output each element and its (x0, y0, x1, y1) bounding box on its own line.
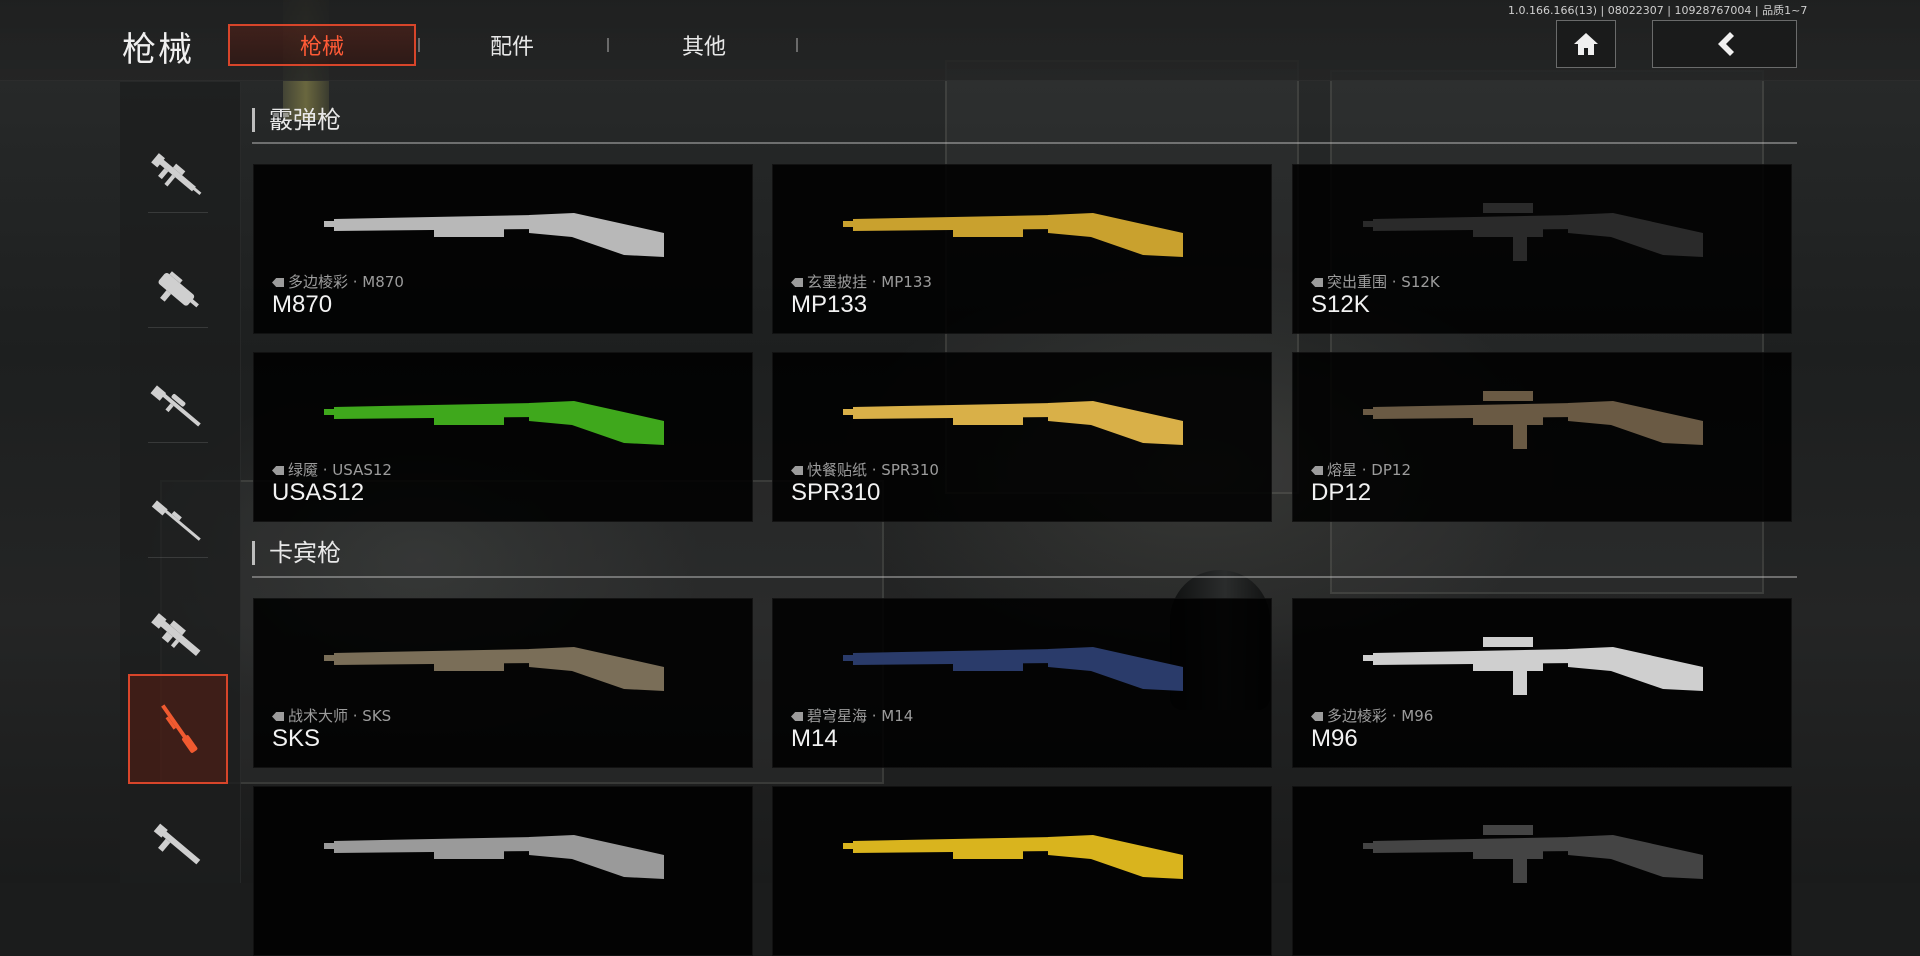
tag-icon (791, 278, 803, 287)
weapon-name: SKS (272, 725, 321, 752)
weapon-name: S12K (1311, 291, 1370, 318)
sidebar-divider (148, 557, 208, 558)
weapon-skin-label: 突出重围 · S12K (1311, 271, 1440, 292)
weapon-card[interactable] (253, 786, 753, 956)
weapon-card[interactable]: 快餐贴纸 · SPR310 SPR310 (772, 352, 1272, 522)
weapon-image (843, 213, 1183, 257)
weapon-name: M870 (272, 291, 333, 318)
weapon-skin-label: 玄墨披挂 · MP133 (791, 271, 932, 292)
tab-label: 其他 (681, 35, 726, 60)
weapon-skin-text: 快餐贴纸 · SPR310 (807, 461, 939, 479)
sidebar-divider (148, 442, 208, 443)
sidebar-item-sniper-rifle[interactable] (128, 352, 228, 462)
weapon-image (324, 401, 664, 445)
weapon-name: SPR310 (791, 479, 881, 506)
section-title-carbines: 卡宾枪 (252, 541, 341, 565)
weapon-skin-text: 绿魇 · USAS12 (288, 461, 392, 479)
tag-icon (791, 466, 803, 475)
tab-others[interactable]: 其他 (610, 24, 798, 66)
shotgun-icon (161, 704, 198, 753)
weapon-name: DP12 (1311, 479, 1372, 506)
weapon-skin-text: 突出重围 · S12K (1327, 273, 1440, 291)
weapon-skin-text: 玄墨披挂 · MP133 (807, 273, 932, 291)
weapon-card[interactable]: 熔星 · DP12 DP12 (1292, 352, 1792, 522)
weapon-image (843, 835, 1183, 879)
tag-icon (1311, 712, 1323, 721)
tag-icon (272, 466, 284, 475)
weapon-image (1363, 391, 1703, 449)
weapon-skin-label: 熔星 · DP12 (1311, 459, 1411, 480)
sidebar-item-shotgun[interactable] (128, 674, 228, 784)
weapon-skin-label: 绿魇 · USAS12 (272, 459, 392, 480)
weapon-image (324, 647, 664, 691)
tag-icon (791, 712, 803, 721)
weapon-image (1363, 825, 1703, 883)
tab-label: 枪械 (299, 35, 344, 60)
weapon-card[interactable]: 碧穹星海 · M14 M14 (772, 598, 1272, 768)
weapon-card[interactable]: 多边棱彩 · M870 M870 (253, 164, 753, 334)
weapon-skin-text: 碧穹星海 · M14 (807, 707, 914, 725)
weapon-image (843, 647, 1183, 691)
weapon-skin-text: 熔星 · DP12 (1327, 461, 1411, 479)
tag-icon (272, 278, 284, 287)
sidebar-item-pistol[interactable] (128, 794, 228, 904)
weapon-name: USAS12 (272, 479, 365, 506)
tab-divider (607, 38, 609, 52)
chevron-left-icon (1717, 32, 1734, 56)
tab-label: 配件 (489, 35, 534, 60)
marksman-rifle-icon (151, 500, 201, 541)
weapon-name: M96 (1311, 725, 1358, 752)
weapon-image (324, 835, 664, 879)
tab-divider (796, 38, 798, 52)
weapon-skin-text: 多边棱彩 · M96 (1327, 707, 1434, 725)
tab-attachments[interactable]: 配件 (418, 24, 606, 66)
weapon-card[interactable] (1292, 786, 1792, 956)
weapon-skin-label: 战术大师 · SKS (272, 705, 391, 726)
weapon-name: MP133 (791, 291, 868, 318)
assault-rifle-icon (151, 153, 202, 195)
page-title: 枪械 (122, 30, 194, 70)
smg-icon (158, 271, 199, 308)
weapon-card[interactable]: 绿魇 · USAS12 USAS12 (253, 352, 753, 522)
sniper-rifle-icon (150, 385, 201, 427)
weapon-skin-label: 碧穹星海 · M14 (791, 705, 913, 726)
tag-icon (1311, 278, 1323, 287)
tag-icon (272, 712, 284, 721)
weapon-image (1363, 203, 1703, 261)
weapon-skin-label: 多边棱彩 · M870 (272, 271, 404, 292)
weapon-skin-label: 多边棱彩 · M96 (1311, 705, 1433, 726)
weapon-skin-label: 快餐贴纸 · SPR310 (791, 459, 939, 480)
machine-gun-icon (151, 613, 201, 657)
weapon-card[interactable]: 多边棱彩 · M96 M96 (1292, 598, 1792, 768)
weapon-card[interactable]: 突出重围 · S12K S12K (1292, 164, 1792, 334)
home-icon (1574, 33, 1598, 55)
sidebar-item-marksman-rifle[interactable] (128, 467, 228, 577)
weapon-card[interactable]: 玄墨披挂 · MP133 MP133 (772, 164, 1272, 334)
pistol-icon (153, 823, 201, 865)
section-divider (252, 576, 1797, 578)
sidebar-divider (148, 212, 208, 213)
weapon-skin-text: 战术大师 · SKS (288, 707, 392, 725)
home-button[interactable] (1556, 20, 1616, 68)
weapon-image (324, 213, 664, 257)
tab-firearms[interactable]: 枪械 (228, 24, 416, 66)
section-divider (252, 142, 1797, 144)
tag-icon (1311, 466, 1323, 475)
section-title-shotguns: 霰弹枪 (252, 108, 341, 132)
weapon-category-sidebar (120, 82, 241, 883)
sidebar-item-smg[interactable] (128, 237, 228, 347)
weapon-skin-text: 多边棱彩 · M870 (288, 273, 404, 291)
back-button[interactable] (1652, 20, 1797, 68)
sidebar-item-assault-rifle[interactable] (128, 122, 228, 232)
sidebar-divider (148, 327, 208, 328)
weapon-image (1363, 637, 1703, 695)
weapon-card[interactable]: 战术大师 · SKS SKS (253, 598, 753, 768)
version-info: 1.0.166.166(13) | 08022307 | 10928767004… (1508, 4, 1808, 17)
weapon-card[interactable] (772, 786, 1272, 956)
weapon-name: M14 (791, 725, 838, 752)
weapon-image (843, 401, 1183, 445)
